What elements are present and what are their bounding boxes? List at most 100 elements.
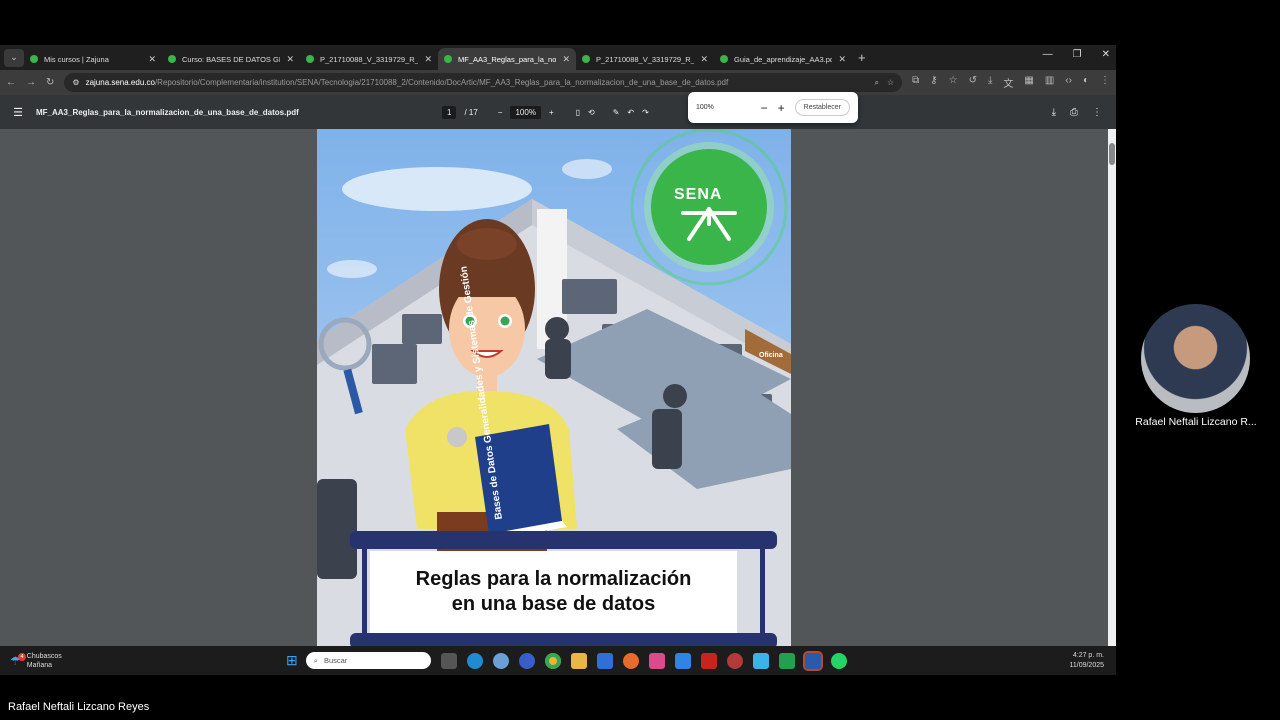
site-info-icon[interactable]: ⚙ [72,78,79,87]
favicon-icon [168,55,176,63]
app-icon[interactable] [726,652,743,669]
app-icon[interactable] [752,652,769,669]
profile-icon[interactable]: ◐ [1083,75,1089,90]
fit-page-icon[interactable]: ▯ [576,108,580,117]
weather-sub: Mañana [26,661,53,669]
favorites-icon[interactable]: ☆ [949,75,958,90]
draw-icon[interactable]: ✎ [613,108,620,117]
chrome-icon[interactable] [544,652,561,669]
close-icon[interactable]: ✕ [562,54,570,65]
weather-badge: 4 [18,652,26,661]
back-icon[interactable]: ← [6,77,16,88]
favicon-icon [720,55,728,63]
tab-title: Guia_de_aprendizaje_AA3.pdf [734,54,833,64]
sidebar-icon[interactable]: ▥ [1045,75,1054,90]
zoom-input[interactable]: 100% [510,105,541,119]
tab-1[interactable]: Curso: BASES DE DATOS GENER ✕ [162,48,300,70]
tab-4[interactable]: P_21710088_V_3319729_R_68_C ✕ [576,48,714,70]
pdf-page-cover: Oficina Bases de Datos Generalidades y S… [317,129,791,646]
system-clock[interactable]: 4:27 p. m. 11/09/2025 [1069,651,1104,671]
more-options-icon[interactable]: ⋮ [1092,107,1102,118]
cover-title: Reglas para la normalización en una base… [415,568,692,615]
minimize-icon[interactable]: — [1043,49,1053,60]
close-icon[interactable]: ✕ [838,54,846,65]
extensions-icon[interactable]: ⧉ [912,75,919,90]
forward-icon[interactable]: → [26,77,36,88]
zoom-popup: 100% − + Restablecer [688,92,858,123]
tab-search-chevron-icon[interactable]: ⌄ [4,48,24,67]
acrobat-icon[interactable] [700,652,717,669]
windows-start-icon[interactable]: ⊞ [286,652,298,669]
word-icon[interactable] [802,650,823,671]
extensions-area: ⧉ ⚷ ☆ ↺ ⤓ 文 ▦ ▥ ‹› ◐ ⋮ [912,75,1110,90]
zoom-in-icon[interactable]: + [549,108,554,117]
weather-widget[interactable]: ☂ 4 Chubascos Mañana [10,652,280,670]
zoom-popup-minus-button[interactable]: − [761,101,768,115]
firefox-icon[interactable] [622,652,639,669]
bookmark-star-icon[interactable]: ☆ [887,78,894,88]
close-icon[interactable]: ✕ [700,54,708,65]
app-icon[interactable] [518,652,535,669]
store-icon[interactable] [596,652,613,669]
zoom-popup-value: 100% [696,104,714,111]
clock-date: 11/09/2025 [1069,661,1104,669]
window-close-icon[interactable]: ✕ [1102,49,1110,60]
close-icon[interactable]: ✕ [286,54,294,65]
file-explorer-icon[interactable] [570,652,587,669]
whatsapp-icon[interactable] [830,652,847,669]
pdf-viewer[interactable]: Oficina Bases de Datos Generalidades y S… [0,129,1116,646]
redo-icon[interactable]: ↷ [642,108,649,117]
pdf-scrollbar[interactable] [1108,129,1116,646]
history-icon[interactable]: ↺ [969,75,977,90]
key-icon[interactable]: ⚷ [930,75,937,90]
favicon-icon [444,55,452,63]
close-icon[interactable]: ✕ [424,54,432,65]
weather-title: Chubascos [26,652,62,660]
window-controls: — ❐ ✕ [1043,49,1110,60]
new-tab-button[interactable]: + [858,50,866,65]
rotate-icon[interactable]: ⟲ [588,108,595,117]
hamburger-menu-icon[interactable]: ☰ [0,106,36,119]
url-path: /Repositorio/Complementaria/institution/… [154,78,729,87]
reset-zoom-button[interactable]: Restablecer [794,99,850,116]
tab-3-active[interactable]: MF_AA3_Reglas_para_la_norma ✕ [438,48,576,70]
tab-0[interactable]: Mis cursos | Zajuna ✕ [24,48,162,70]
menu-dots-icon[interactable]: ⋮ [1100,75,1110,90]
address-bar[interactable]: ⚙ zajuna.sena.edu.co/Repositorio/Complem… [64,73,903,92]
download-icon[interactable]: ⤓ [988,75,992,90]
translate-icon[interactable]: 文 [1003,75,1013,90]
tab-title: P_21710088_V_3319729_R_68_C [320,54,419,64]
pdf-filename: MF_AA3_Reglas_para_la_normalizacion_de_u… [36,107,299,117]
taskbar-apps [440,650,847,671]
undo-icon[interactable]: ↶ [627,108,634,117]
sena-logo-text: SENA [674,186,723,203]
tab-title: Curso: BASES DE DATOS GENER [182,54,280,64]
scrollbar-thumb[interactable] [1109,143,1115,165]
grid-icon[interactable]: ▦ [1024,75,1033,90]
page-number-input[interactable]: 1 [442,105,457,119]
search-icon: ⌕ [313,655,318,665]
task-view-icon[interactable] [440,652,457,669]
participant-name: Rafael Neftali Lizcano R... [1135,416,1257,428]
cover-title-box: Reglas para la normalización en una base… [370,551,737,633]
reload-icon[interactable]: ↻ [46,77,54,88]
sheets-icon[interactable] [778,652,795,669]
taskbar-search[interactable]: ⌕ Buscar [305,652,431,669]
zoom-popup-plus-button[interactable]: + [778,101,785,115]
tab-2[interactable]: P_21710088_V_3319729_R_68_C ✕ [300,48,438,70]
sign-text: Oficina [759,352,783,359]
tab-5[interactable]: Guia_de_aprendizaje_AA3.pdf ✕ [714,48,852,70]
tab-title: Mis cursos | Zajuna [44,54,109,64]
app-icon[interactable] [492,652,509,669]
close-icon[interactable]: ✕ [148,54,156,65]
download-pdf-icon[interactable]: ⤓ [1052,107,1056,118]
todo-icon[interactable] [674,652,691,669]
edge-icon[interactable] [466,652,483,669]
active-speaker-name: Rafael Neftali Lizcano Reyes [8,701,150,713]
zoom-out-icon[interactable]: − [498,108,503,117]
zoom-lens-icon[interactable]: ⌕ [874,78,878,88]
restore-icon[interactable]: ❐ [1073,49,1082,60]
print-icon[interactable]: ⎙ [1070,107,1078,118]
app-icon[interactable] [648,652,665,669]
code-icon[interactable]: ‹› [1065,75,1072,90]
